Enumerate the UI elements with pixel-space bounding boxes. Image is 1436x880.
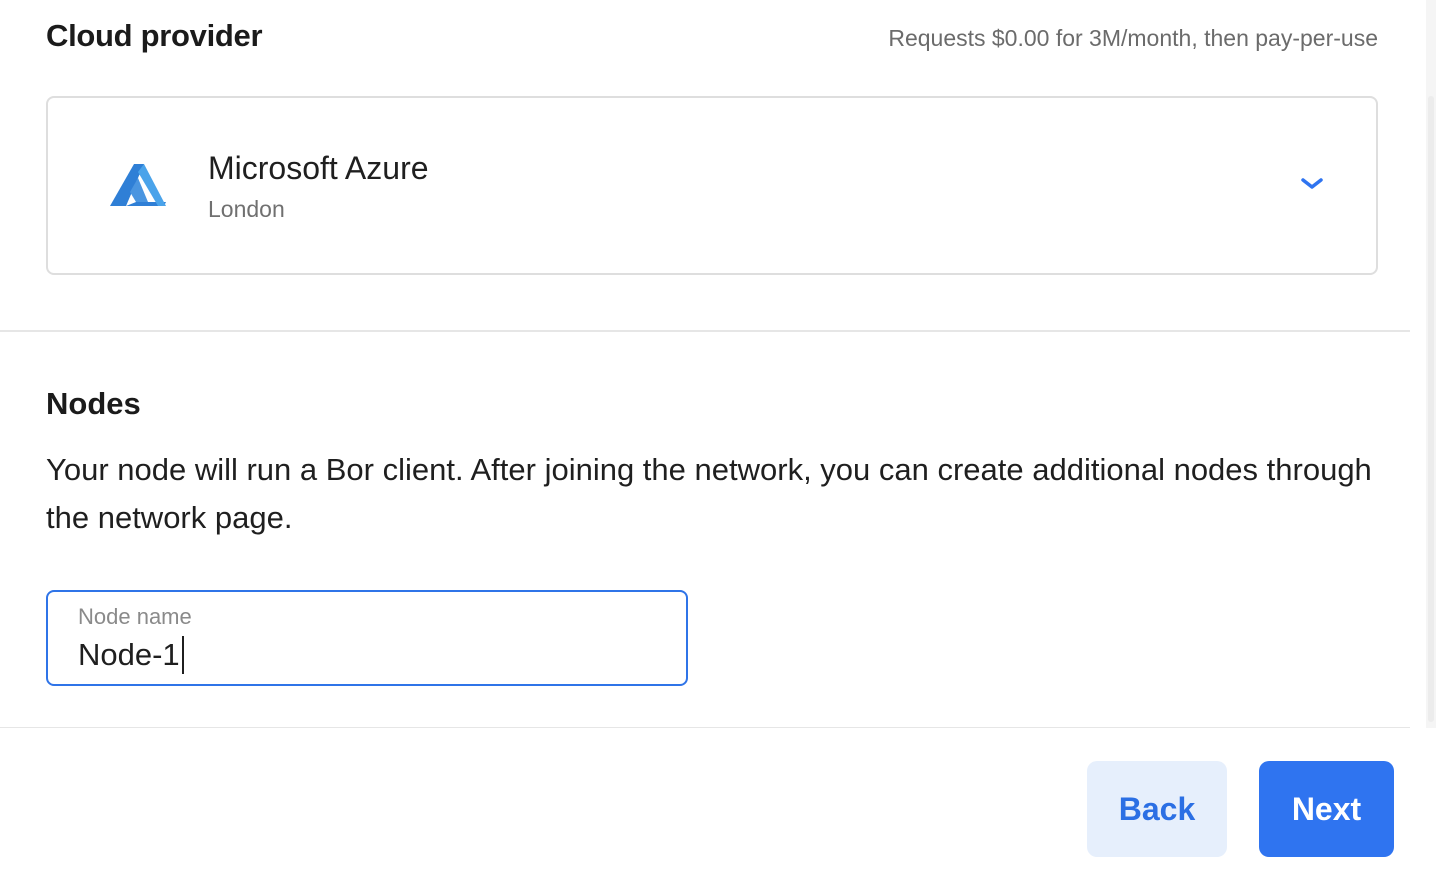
scrollbar-thumb[interactable] xyxy=(1428,96,1434,722)
provider-name: Microsoft Azure xyxy=(208,150,429,186)
provider-region: London xyxy=(208,196,285,222)
cloud-provider-select[interactable]: Microsoft Azure London xyxy=(46,96,1378,275)
pricing-note: Requests $0.00 for 3M/month, then pay-pe… xyxy=(888,25,1378,51)
node-name-value: Node-1 xyxy=(78,637,180,672)
chevron-down-icon[interactable] xyxy=(1300,174,1324,194)
nodes-description: Your node will run a Bor client. After j… xyxy=(46,452,1372,535)
scrollbar[interactable] xyxy=(1426,0,1436,728)
cloud-provider-title: Cloud provider xyxy=(46,18,263,53)
next-button[interactable]: Next xyxy=(1259,761,1394,857)
back-button[interactable]: Back xyxy=(1087,761,1227,857)
text-caret xyxy=(181,636,184,674)
cloud-provider-header: Cloud provider Requests $0.00 for 3M/mon… xyxy=(46,18,1378,54)
azure-logo-icon xyxy=(110,164,166,206)
section-divider xyxy=(0,330,1410,332)
node-name-input[interactable]: Node-1 xyxy=(78,636,184,674)
footer: Back Next xyxy=(0,728,1436,880)
node-name-field[interactable]: Node name Node-1 xyxy=(46,590,688,686)
page: Cloud provider Requests $0.00 for 3M/mon… xyxy=(0,0,1436,880)
node-name-label: Node name xyxy=(78,604,192,629)
nodes-title: Nodes xyxy=(46,386,141,421)
